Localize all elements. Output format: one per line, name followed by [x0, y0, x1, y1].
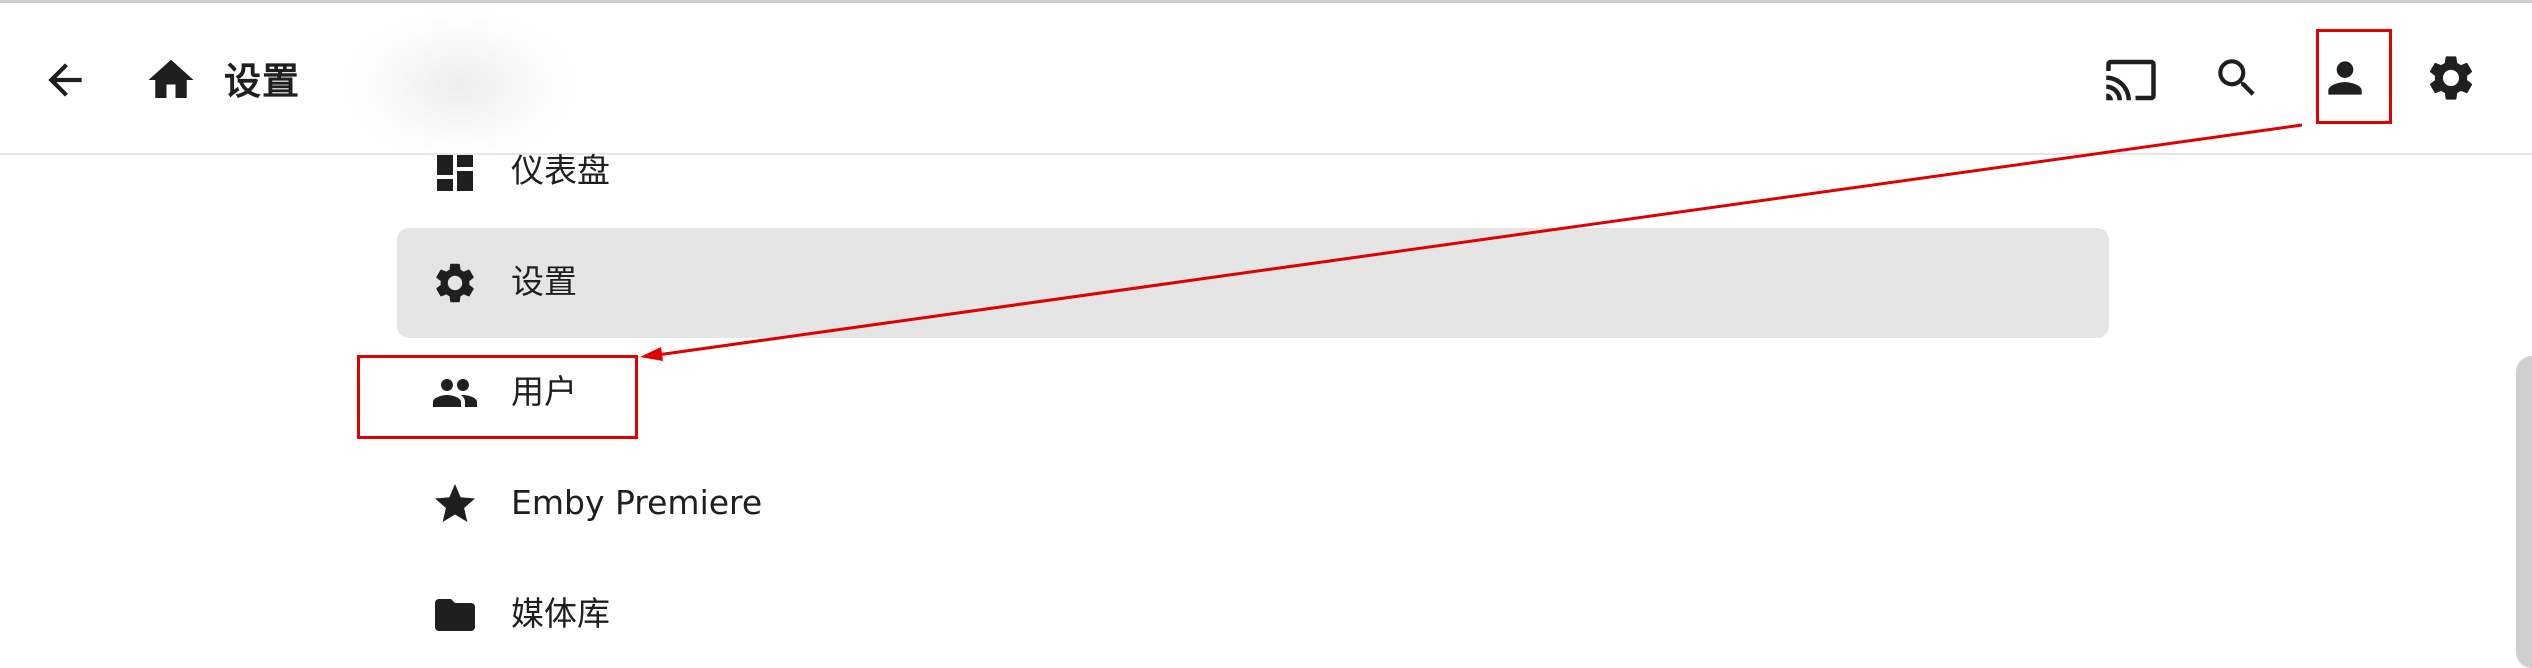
highlight-box-users-item	[357, 355, 638, 439]
gear-icon	[436, 263, 474, 303]
back-arrow-icon[interactable]	[40, 55, 90, 105]
sidebar-item-label: 仪表盘	[511, 151, 610, 190]
scrollbar-thumb[interactable]	[2516, 356, 2532, 668]
sidebar-item-label: 媒体库	[511, 594, 610, 633]
page-title: 设置	[224, 60, 300, 103]
cast-icon[interactable]	[2104, 53, 2158, 107]
sidebar-item-users[interactable]: 用户	[397, 338, 2109, 448]
sidebar-item-dashboard[interactable]: 仪表盘	[397, 117, 2109, 223]
search-icon[interactable]	[2212, 53, 2262, 103]
highlight-box-user-button	[2316, 29, 2392, 124]
sidebar-item-emby-premiere[interactable]: Emby Premiere	[397, 449, 2109, 559]
sidebar-item-label: Emby Premiere	[511, 483, 763, 522]
sidebar-item-settings[interactable]: 设置	[397, 228, 2109, 338]
folder-icon	[435, 599, 475, 631]
sidebar-item-library[interactable]: 媒体库	[397, 560, 2109, 668]
dashboard-icon	[437, 155, 473, 191]
sidebar-item-label: 设置	[511, 262, 577, 301]
home-icon[interactable]	[144, 53, 198, 107]
gear-icon[interactable]	[2424, 51, 2478, 105]
star-icon	[435, 484, 475, 522]
